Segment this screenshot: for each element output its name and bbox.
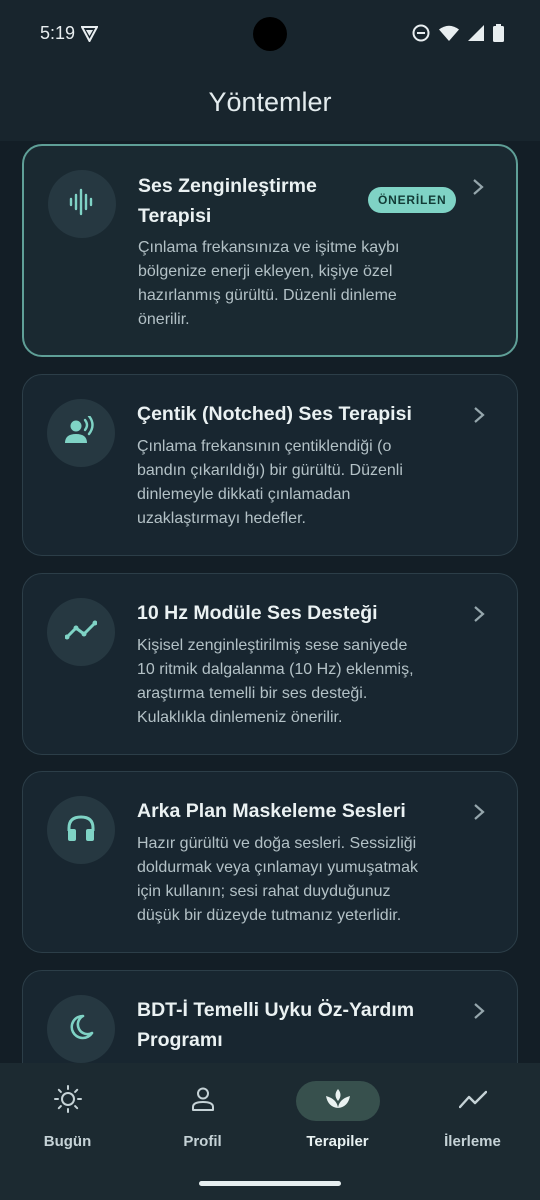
app-bar: Yöntemler xyxy=(0,68,540,141)
card-description: Çınlama frekansınıza ve işitme kaybı böl… xyxy=(138,236,468,332)
nav-label: Profil xyxy=(183,1133,222,1150)
therapy-list[interactable]: Ses Zenginleştirme Terapisi ÖNERİLEN Çın… xyxy=(0,141,540,1063)
desc-line: düşük bir düzeyde tutmanız yeterlidir. xyxy=(137,907,402,924)
card-icon-bg xyxy=(47,995,115,1063)
desc-line: için kullanın; sesi rahat duyduğunuz xyxy=(137,883,391,900)
desc-line: dinlemeyle dikkati çınlamadan xyxy=(137,486,351,503)
desc-line: araştırma temelli bir ses desteği. xyxy=(137,685,368,702)
chevron-right-icon[interactable] xyxy=(473,406,485,424)
nav-label: İlerleme xyxy=(444,1133,501,1150)
desc-line: Çınlama frekansınıza ve işitme kaybı xyxy=(138,239,400,256)
therapy-card-cbt-sleep[interactable]: BDT-İ Temelli Uyku Öz-Yardım Programı xyxy=(22,970,518,1063)
desc-line: doldurmak veya çınlamayı yumuşatmak xyxy=(137,859,418,876)
nav-item-today[interactable]: Bugün xyxy=(0,1081,135,1161)
nav-label: Bugün xyxy=(43,1133,92,1150)
card-description: Çınlama frekansının çentiklendiği (o ban… xyxy=(137,435,467,531)
chevron-right-icon[interactable] xyxy=(473,803,485,821)
nav-icon-container xyxy=(26,1081,110,1121)
moon-icon xyxy=(67,1013,95,1045)
person-icon xyxy=(190,1086,216,1116)
therapy-card-10hz-modulated[interactable]: 10 Hz Modüle Ses Desteği Kişisel zenginl… xyxy=(22,573,518,755)
nav-item-therapies[interactable]: Terapiler xyxy=(270,1081,405,1161)
person-voice-icon xyxy=(65,414,97,450)
desc-line: bandın çıkarıldığı) bir gürültü. Düzenli xyxy=(137,462,403,479)
card-description: Hazır gürültü ve doğa sesleri. Sessizliğ… xyxy=(137,832,467,928)
sun-icon xyxy=(53,1084,83,1118)
card-title: 10 Hz Modüle Ses Desteği xyxy=(137,602,378,624)
recommended-badge: ÖNERİLEN xyxy=(368,187,457,213)
do-not-disturb-icon xyxy=(412,24,430,46)
card-title: BDT-İ Temelli Uyku Öz-Yardım Programı xyxy=(137,995,414,1055)
desc-line: Kişisel zenginleştirilmiş sese saniyede xyxy=(137,637,408,654)
headphones-icon xyxy=(66,814,96,846)
trend-line-icon xyxy=(64,619,98,645)
camera-cutout xyxy=(253,17,287,51)
card-icon-bg xyxy=(47,598,115,666)
vpn-icon xyxy=(80,25,99,46)
card-title-line: Programı xyxy=(137,1029,223,1051)
nav-icon-container xyxy=(161,1081,245,1121)
desc-line: Kulaklıkla dinlemeniz önerilir. xyxy=(137,709,343,726)
nav-item-profile[interactable]: Profil xyxy=(135,1081,270,1161)
card-title: Arka Plan Maskeleme Sesleri xyxy=(137,800,406,822)
lotus-icon xyxy=(324,1087,352,1115)
chevron-right-icon[interactable] xyxy=(473,1002,485,1020)
card-title-line: BDT-İ Temelli Uyku Öz-Yardım xyxy=(137,999,415,1021)
home-indicator[interactable] xyxy=(199,1181,341,1186)
nav-icon-container xyxy=(431,1081,515,1121)
desc-line: Hazır gürültü ve doğa sesleri. Sessizliğ… xyxy=(137,835,417,852)
desc-line: 10 ritmik dalgalanma (10 Hz) eklenmiş, xyxy=(137,661,414,678)
page-title: Yöntemler xyxy=(208,87,332,117)
therapy-card-background-masking[interactable]: Arka Plan Maskeleme Sesleri Hazır gürült… xyxy=(22,771,518,953)
card-icon-bg xyxy=(47,796,115,864)
status-bar: 5:19 xyxy=(0,0,540,68)
card-title: Ses Zenginleştirme Terapisi xyxy=(138,171,317,231)
therapy-card-notched-sound[interactable]: Çentik (Notched) Ses Terapisi Çınlama fr… xyxy=(22,374,518,556)
bottom-navigation: Bugün Profil Terapiler İlerleme xyxy=(0,1063,540,1200)
card-description: Kişisel zenginleştirilmiş sese saniyede … xyxy=(137,634,467,730)
signal-icon xyxy=(468,25,484,45)
desc-line: bölgenize enerji ekleyen, kişiye özel xyxy=(138,263,393,280)
card-title-line: Terapisi xyxy=(138,205,212,227)
trend-icon xyxy=(458,1089,487,1113)
therapy-card-sound-enrichment[interactable]: Ses Zenginleştirme Terapisi ÖNERİLEN Çın… xyxy=(22,144,518,357)
status-time: 5:19 xyxy=(40,23,76,43)
nav-label: Terapiler xyxy=(306,1133,369,1150)
card-icon-bg xyxy=(47,399,115,467)
nav-icon-container xyxy=(295,1081,380,1121)
desc-line: uzaklaştırmayı hedefler. xyxy=(137,510,306,527)
desc-line: hazırlanmış gürültü. Düzenli dinleme xyxy=(138,287,397,304)
desc-line: Çınlama frekansının çentiklendiği (o xyxy=(137,438,392,455)
wifi-icon xyxy=(439,25,459,45)
card-title-line: Ses Zenginleştirme xyxy=(138,175,317,197)
chevron-right-icon[interactable] xyxy=(472,178,484,196)
card-title: Çentik (Notched) Ses Terapisi xyxy=(137,403,412,425)
nav-item-progress[interactable]: İlerleme xyxy=(405,1081,540,1161)
card-icon-bg xyxy=(48,170,116,238)
battery-icon xyxy=(493,24,504,46)
sound-wave-icon xyxy=(67,187,97,221)
chevron-right-icon[interactable] xyxy=(473,605,485,623)
desc-line: önerilir. xyxy=(138,311,190,328)
